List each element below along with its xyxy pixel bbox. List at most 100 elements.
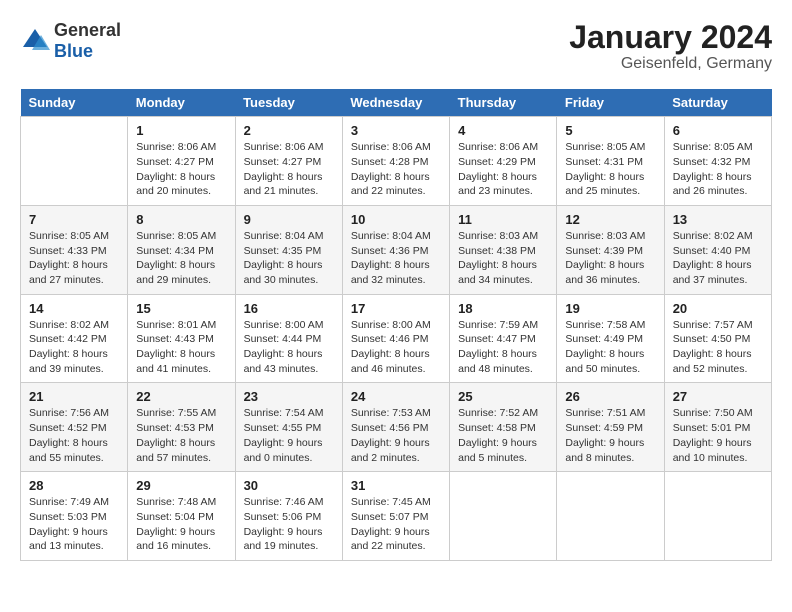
calendar-cell: 12 Sunrise: 8:03 AMSunset: 4:39 PMDayligh… bbox=[557, 205, 664, 294]
day-number: 24 bbox=[351, 389, 441, 404]
day-number: 29 bbox=[136, 478, 226, 493]
day-number: 1 bbox=[136, 123, 226, 138]
day-number: 5 bbox=[565, 123, 655, 138]
day-number: 3 bbox=[351, 123, 441, 138]
day-info: Sunrise: 8:02 AMSunset: 4:42 PMDaylight:… bbox=[29, 318, 119, 377]
day-header-row: SundayMondayTuesdayWednesdayThursdayFrid… bbox=[21, 89, 772, 117]
day-number: 23 bbox=[244, 389, 334, 404]
day-number: 21 bbox=[29, 389, 119, 404]
day-info: Sunrise: 8:00 AMSunset: 4:46 PMDaylight:… bbox=[351, 318, 441, 377]
day-number: 7 bbox=[29, 212, 119, 227]
calendar-cell: 21 Sunrise: 7:56 AMSunset: 4:52 PMDayligh… bbox=[21, 383, 128, 472]
calendar-cell: 18Sunrise: 7:59 AMSunset: 4:47 PMDayligh… bbox=[450, 294, 557, 383]
page-header: General Blue January 2024 Geisenfeld, Ge… bbox=[20, 20, 772, 73]
day-number: 2 bbox=[244, 123, 334, 138]
calendar-cell: 22 Sunrise: 7:55 AMSunset: 4:53 PMDayligh… bbox=[128, 383, 235, 472]
calendar-cell: 10 Sunrise: 8:04 AMSunset: 4:36 PMDayligh… bbox=[342, 205, 449, 294]
day-number: 20 bbox=[673, 301, 763, 316]
day-info: Sunrise: 8:04 AMSunset: 4:35 PMDaylight:… bbox=[244, 229, 334, 288]
calendar-cell: 16Sunrise: 8:00 AMSunset: 4:44 PMDayligh… bbox=[235, 294, 342, 383]
week-row-0: 1 Sunrise: 8:06 AMSunset: 4:27 PMDaylight… bbox=[21, 117, 772, 206]
day-info: Sunrise: 8:04 AMSunset: 4:36 PMDaylight:… bbox=[351, 229, 441, 288]
day-number: 17 bbox=[351, 301, 441, 316]
day-number: 28 bbox=[29, 478, 119, 493]
day-info: Sunrise: 7:52 AMSunset: 4:58 PMDaylight:… bbox=[458, 406, 548, 465]
day-info: Sunrise: 7:54 AMSunset: 4:55 PMDaylight:… bbox=[244, 406, 334, 465]
calendar-cell: 11 Sunrise: 8:03 AMSunset: 4:38 PMDayligh… bbox=[450, 205, 557, 294]
day-info: Sunrise: 8:06 AMSunset: 4:29 PMDaylight:… bbox=[458, 140, 548, 199]
day-number: 16 bbox=[244, 301, 334, 316]
day-info: Sunrise: 8:01 AMSunset: 4:43 PMDaylight:… bbox=[136, 318, 226, 377]
calendar-cell bbox=[664, 472, 771, 561]
day-info: Sunrise: 7:53 AMSunset: 4:56 PMDaylight:… bbox=[351, 406, 441, 465]
calendar-header: SundayMondayTuesdayWednesdayThursdayFrid… bbox=[21, 89, 772, 117]
day-number: 15 bbox=[136, 301, 226, 316]
calendar-table: SundayMondayTuesdayWednesdayThursdayFrid… bbox=[20, 89, 772, 561]
day-number: 9 bbox=[244, 212, 334, 227]
day-number: 11 bbox=[458, 212, 548, 227]
day-info: Sunrise: 7:58 AMSunset: 4:49 PMDaylight:… bbox=[565, 318, 655, 377]
day-info: Sunrise: 8:05 AMSunset: 4:32 PMDaylight:… bbox=[673, 140, 763, 199]
logo-icon bbox=[20, 26, 50, 56]
calendar-cell: 8 Sunrise: 8:05 AMSunset: 4:34 PMDaylight… bbox=[128, 205, 235, 294]
day-of-week-friday: Friday bbox=[557, 89, 664, 117]
calendar-cell: 28Sunrise: 7:49 AMSunset: 5:03 PMDayligh… bbox=[21, 472, 128, 561]
day-info: Sunrise: 7:57 AMSunset: 4:50 PMDaylight:… bbox=[673, 318, 763, 377]
day-number: 12 bbox=[565, 212, 655, 227]
calendar-cell: 24 Sunrise: 7:53 AMSunset: 4:56 PMDayligh… bbox=[342, 383, 449, 472]
day-of-week-sunday: Sunday bbox=[21, 89, 128, 117]
calendar-cell: 30Sunrise: 7:46 AMSunset: 5:06 PMDayligh… bbox=[235, 472, 342, 561]
day-of-week-thursday: Thursday bbox=[450, 89, 557, 117]
day-number: 26 bbox=[565, 389, 655, 404]
day-number: 4 bbox=[458, 123, 548, 138]
day-info: Sunrise: 7:46 AMSunset: 5:06 PMDaylight:… bbox=[244, 495, 334, 554]
day-info: Sunrise: 7:55 AMSunset: 4:53 PMDaylight:… bbox=[136, 406, 226, 465]
day-of-week-monday: Monday bbox=[128, 89, 235, 117]
calendar-cell: 13 Sunrise: 8:02 AMSunset: 4:40 PMDayligh… bbox=[664, 205, 771, 294]
calendar-body: 1 Sunrise: 8:06 AMSunset: 4:27 PMDaylight… bbox=[21, 117, 772, 561]
calendar-cell: 7 Sunrise: 8:05 AMSunset: 4:33 PMDaylight… bbox=[21, 205, 128, 294]
calendar-cell: 15 Sunrise: 8:01 AMSunset: 4:43 PMDayligh… bbox=[128, 294, 235, 383]
calendar-cell: 27Sunrise: 7:50 AMSunset: 5:01 PMDayligh… bbox=[664, 383, 771, 472]
day-of-week-tuesday: Tuesday bbox=[235, 89, 342, 117]
day-of-week-saturday: Saturday bbox=[664, 89, 771, 117]
calendar-cell: 14 Sunrise: 8:02 AMSunset: 4:42 PMDayligh… bbox=[21, 294, 128, 383]
day-info: Sunrise: 8:06 AMSunset: 4:28 PMDaylight:… bbox=[351, 140, 441, 199]
calendar-cell: 23 Sunrise: 7:54 AMSunset: 4:55 PMDayligh… bbox=[235, 383, 342, 472]
calendar-cell: 19Sunrise: 7:58 AMSunset: 4:49 PMDayligh… bbox=[557, 294, 664, 383]
day-info: Sunrise: 7:56 AMSunset: 4:52 PMDaylight:… bbox=[29, 406, 119, 465]
day-number: 10 bbox=[351, 212, 441, 227]
calendar-title: January 2024 bbox=[569, 20, 772, 55]
calendar-cell: 31Sunrise: 7:45 AMSunset: 5:07 PMDayligh… bbox=[342, 472, 449, 561]
day-info: Sunrise: 8:05 AMSunset: 4:34 PMDaylight:… bbox=[136, 229, 226, 288]
day-number: 6 bbox=[673, 123, 763, 138]
day-number: 31 bbox=[351, 478, 441, 493]
calendar-subtitle: Geisenfeld, Germany bbox=[569, 55, 772, 73]
week-row-2: 14 Sunrise: 8:02 AMSunset: 4:42 PMDayligh… bbox=[21, 294, 772, 383]
day-info: Sunrise: 7:48 AMSunset: 5:04 PMDaylight:… bbox=[136, 495, 226, 554]
day-of-week-wednesday: Wednesday bbox=[342, 89, 449, 117]
day-number: 25 bbox=[458, 389, 548, 404]
calendar-cell bbox=[21, 117, 128, 206]
calendar-cell: 20 Sunrise: 7:57 AMSunset: 4:50 PMDayligh… bbox=[664, 294, 771, 383]
day-number: 18 bbox=[458, 301, 548, 316]
day-number: 22 bbox=[136, 389, 226, 404]
calendar-cell: 5Sunrise: 8:05 AMSunset: 4:31 PMDaylight… bbox=[557, 117, 664, 206]
week-row-4: 28Sunrise: 7:49 AMSunset: 5:03 PMDayligh… bbox=[21, 472, 772, 561]
day-number: 14 bbox=[29, 301, 119, 316]
day-number: 13 bbox=[673, 212, 763, 227]
day-info: Sunrise: 8:02 AMSunset: 4:40 PMDaylight:… bbox=[673, 229, 763, 288]
calendar-cell: 17 Sunrise: 8:00 AMSunset: 4:46 PMDayligh… bbox=[342, 294, 449, 383]
week-row-1: 7 Sunrise: 8:05 AMSunset: 4:33 PMDaylight… bbox=[21, 205, 772, 294]
day-info: Sunrise: 8:03 AMSunset: 4:39 PMDaylight:… bbox=[565, 229, 655, 288]
logo: General Blue bbox=[20, 20, 121, 62]
day-info: Sunrise: 8:05 AMSunset: 4:33 PMDaylight:… bbox=[29, 229, 119, 288]
title-block: January 2024 Geisenfeld, Germany bbox=[569, 20, 772, 73]
week-row-3: 21 Sunrise: 7:56 AMSunset: 4:52 PMDayligh… bbox=[21, 383, 772, 472]
logo-general: General bbox=[54, 20, 121, 40]
calendar-cell: 1Sunrise: 8:06 AMSunset: 4:27 PMDaylight… bbox=[128, 117, 235, 206]
day-number: 8 bbox=[136, 212, 226, 227]
day-number: 27 bbox=[673, 389, 763, 404]
day-info: Sunrise: 8:06 AMSunset: 4:27 PMDaylight:… bbox=[244, 140, 334, 199]
day-info: Sunrise: 8:03 AMSunset: 4:38 PMDaylight:… bbox=[458, 229, 548, 288]
